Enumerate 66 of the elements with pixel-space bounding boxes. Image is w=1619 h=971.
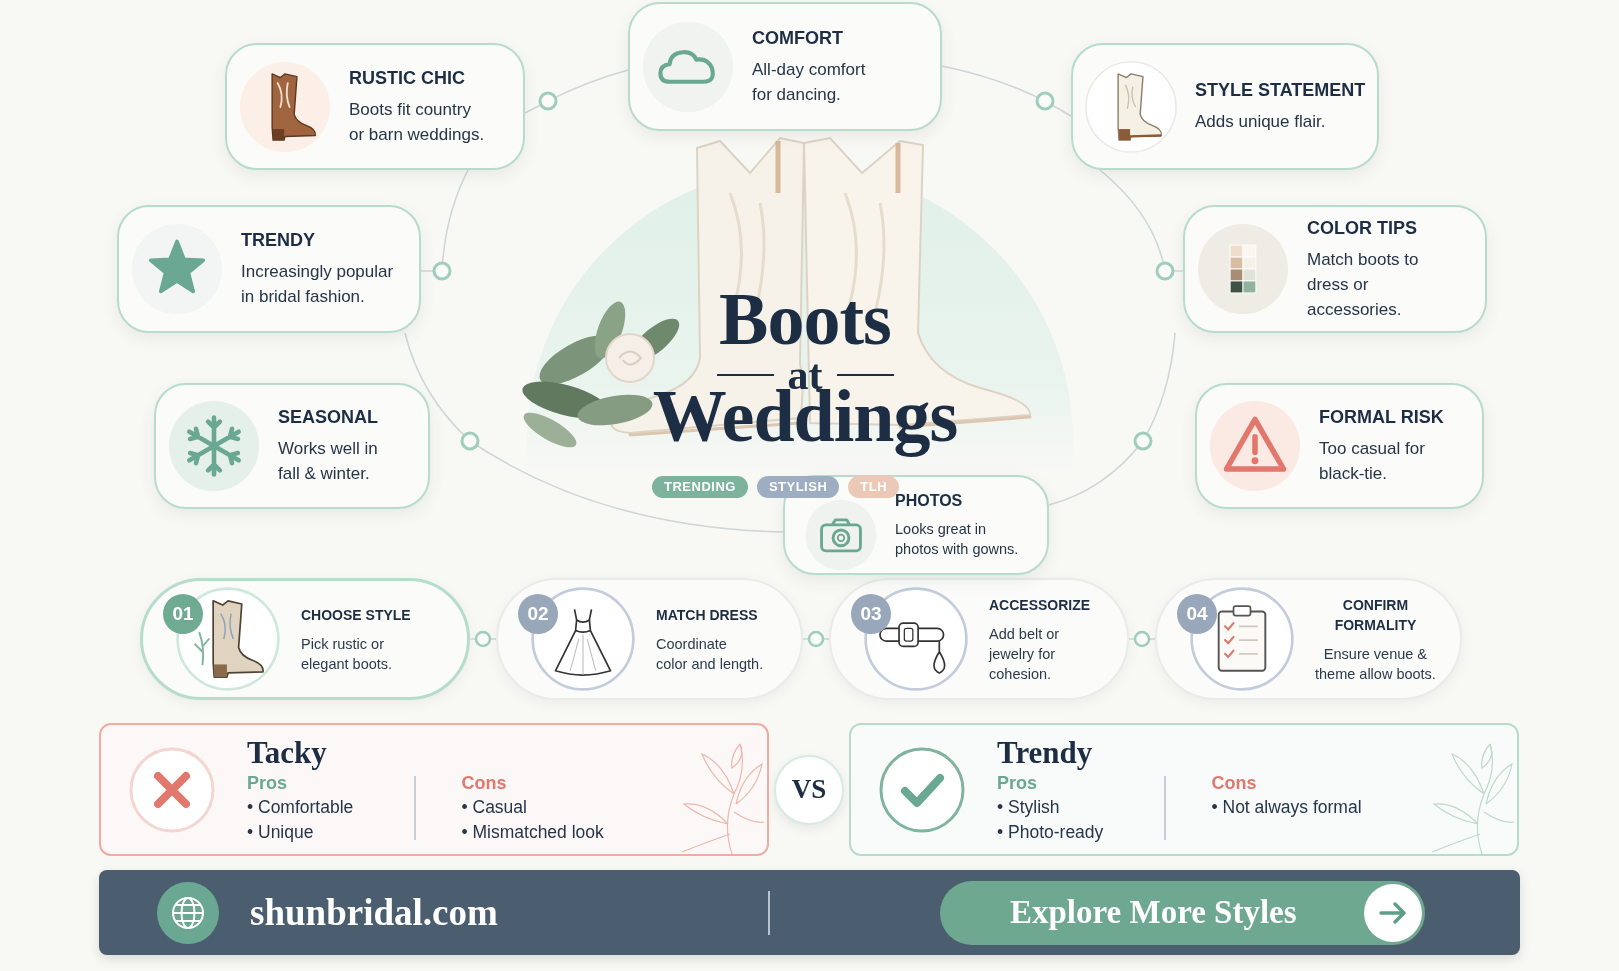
connector-ring-icon (1133, 431, 1153, 451)
pros-item: • Unique (247, 820, 315, 844)
feature-title: STYLE STATEMENT (1195, 79, 1366, 101)
cons-item: • Casual (461, 795, 528, 819)
pros-label: Pros (247, 771, 289, 795)
feature-title: COLOR TIPS (1307, 216, 1418, 239)
feature-description: Match boots to dress or accessories. (1307, 248, 1419, 321)
pros-label: Pros (997, 771, 1039, 795)
x-mark-icon (129, 746, 215, 833)
check-mark-icon (879, 746, 965, 833)
dress-icon (530, 586, 636, 692)
step-title: MATCH DRESS (656, 605, 759, 625)
pros-item: • Photo-ready (997, 820, 1105, 844)
tag: TRENDING (652, 476, 748, 498)
feature-title: RUSTIC CHIC (349, 66, 466, 89)
verdict-title: Tacky (247, 734, 328, 771)
globe-icon (157, 881, 219, 944)
boot-icon (175, 586, 281, 692)
feature-description: Boots fit country or barn weddings. (349, 98, 485, 146)
connector-ring-icon (460, 431, 480, 451)
warning-icon (1209, 400, 1301, 492)
cons-label: Cons (461, 771, 508, 795)
connector-ring-icon (538, 91, 558, 111)
cons-item: • Mismatched look (461, 820, 604, 844)
pros-item: • Stylish (997, 795, 1061, 819)
page-title: Boots at Weddings (652, 286, 958, 458)
pros-item: • Comfortable (247, 795, 355, 819)
step-number-badge: 04 (1177, 594, 1217, 634)
step-description: Ensure venue & theme allow boots. (1315, 644, 1436, 684)
step-description: Coordinate color and length. (656, 634, 764, 674)
feature-description: Looks great in photos with gowns. (895, 520, 1019, 559)
feature-title: COMFORT (752, 26, 844, 49)
step-title: ACCESSORIZE (989, 595, 1091, 615)
clipboard-checklist-icon (1189, 586, 1295, 692)
cloud-icon (642, 20, 734, 113)
feature-title: TRENDY (241, 229, 316, 251)
vs-badge: VS (774, 754, 844, 825)
feature-description: Too casual for black-tie. (1319, 438, 1426, 485)
step-number-badge: 02 (518, 594, 558, 634)
feature-title: FORMAL RISK (1319, 406, 1444, 428)
website-link[interactable]: shunbridal.com (250, 891, 498, 934)
boot-icon (239, 60, 331, 153)
connector-ring-icon (432, 261, 452, 281)
feature-description: Adds unique flair. (1195, 111, 1327, 133)
connector-ring-icon (1035, 91, 1055, 111)
step-description: Add belt or jewelry for cohesion. (989, 624, 1061, 684)
connector-ring-icon (1155, 261, 1175, 281)
feature-description: Increasingly popular in bridal fashion. (241, 261, 394, 308)
feature-description: Works well in fall & winter. (278, 438, 378, 485)
arrow-right-icon (1364, 883, 1422, 942)
cons-item: • Not always formal (1211, 795, 1362, 819)
step-title: CONFIRM FORMALITY (1334, 595, 1417, 635)
color-swatches-icon (1197, 223, 1289, 315)
belt-icon (863, 586, 969, 692)
step-number-badge: 03 (851, 594, 891, 634)
snowflake-icon (168, 400, 260, 492)
boot-icon (1085, 60, 1177, 153)
feature-title: SEASONAL (278, 406, 378, 428)
cons-label: Cons (1211, 771, 1258, 795)
verdict-title: Trendy (997, 734, 1094, 771)
step-title: CHOOSE STYLE (301, 605, 411, 625)
camera-icon (805, 499, 877, 571)
tag: STYLISH (756, 476, 840, 498)
feature-description: All-day comfort for dancing. (752, 58, 866, 106)
step-description: Pick rustic or elegant boots. (301, 634, 394, 674)
step-number-badge: 01 (163, 594, 203, 634)
